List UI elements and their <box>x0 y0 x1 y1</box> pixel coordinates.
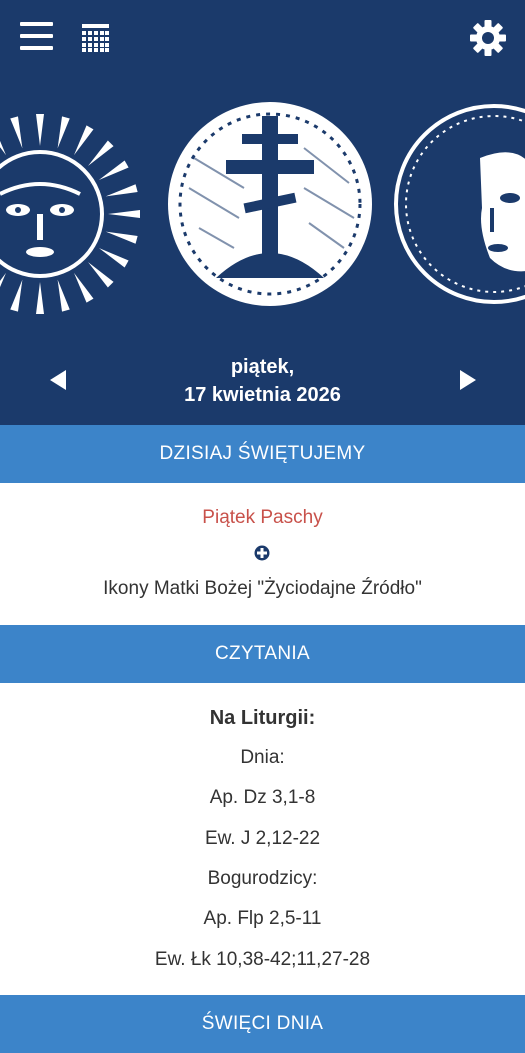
readings-title: Na Liturgii: <box>209 707 316 729</box>
sun-face-icon <box>0 114 140 314</box>
reading-item[interactable]: Ew. Łk 10,38-42;11,27-28 <box>0 949 525 971</box>
previous-day-arrow-icon[interactable] <box>46 368 70 392</box>
moon-face-icon <box>394 104 525 304</box>
gear-icon[interactable] <box>470 20 506 56</box>
reading-item[interactable]: Ap. Dz 3,1-8 <box>0 787 525 809</box>
section-header-readings: CZYTANIA <box>0 625 525 683</box>
header-banner: piątek, 17 kwietnia 2026 <box>0 0 525 425</box>
date-navigation: piątek, 17 kwietnia 2026 <box>0 350 525 410</box>
next-day-arrow-icon[interactable] <box>456 368 480 392</box>
date-weekday: piątek, <box>230 356 295 378</box>
date-full: 17 kwietnia 2026 <box>184 384 341 406</box>
reading-item: Bogurodzicy: <box>207 868 318 889</box>
plus-cross-icon <box>254 545 270 561</box>
reading-item[interactable]: Ew. J 2,12-22 <box>0 828 525 850</box>
feast-sub[interactable]: Ikony Matki Bożej "Życiodajne Źródło" <box>0 578 525 600</box>
feast-panel: Piątek Paschy Ikony Matki Bożej "Życioda… <box>0 483 525 625</box>
current-date: piątek, 17 kwietnia 2026 <box>100 353 425 409</box>
section-header-saints: ŚWIĘCI DNIA <box>0 995 525 1053</box>
reading-item[interactable]: Ap. Flp 2,5-11 <box>0 908 525 930</box>
cross-medallion-icon <box>168 102 372 306</box>
calendar-grid-icon[interactable] <box>82 24 109 52</box>
readings-panel: Na Liturgii: Dnia: Ap. Dz 3,1-8 Ew. J 2,… <box>0 683 525 995</box>
hamburger-menu-icon[interactable] <box>20 22 53 54</box>
reading-item: Dnia: <box>240 747 285 768</box>
feast-main[interactable]: Piątek Paschy <box>0 507 525 529</box>
top-bar <box>0 0 525 80</box>
section-header-celebrate: DZISIAJ ŚWIĘTUJEMY <box>0 425 525 483</box>
